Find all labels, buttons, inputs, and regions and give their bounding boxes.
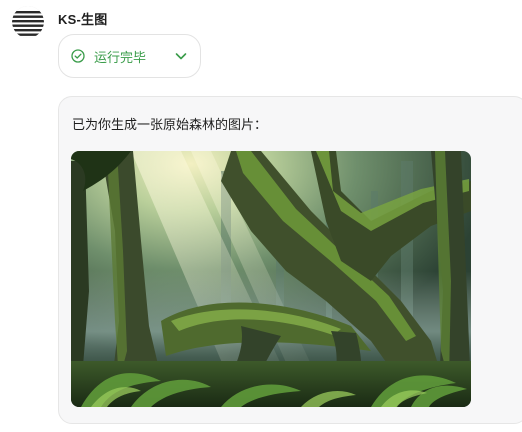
striped-circle-icon xyxy=(12,6,44,38)
ancient-forest-image[interactable] xyxy=(71,151,471,407)
status-label: 运行完毕 xyxy=(94,49,147,65)
bot-name: KS-生图 xyxy=(58,12,108,27)
bot-message: 已为你生成一张原始森林的图片： xyxy=(58,96,522,424)
chat-view: KS-生图 运行完毕 已为你生成一张原始森林的图片： xyxy=(0,0,522,432)
chevron-down-icon[interactable] xyxy=(174,49,188,63)
message-text: 已为你生成一张原始森林的图片： xyxy=(72,117,268,132)
run-status-toggle[interactable]: 运行完毕 xyxy=(58,34,201,78)
check-circle-icon xyxy=(71,49,85,63)
bot-avatar[interactable] xyxy=(12,6,44,38)
